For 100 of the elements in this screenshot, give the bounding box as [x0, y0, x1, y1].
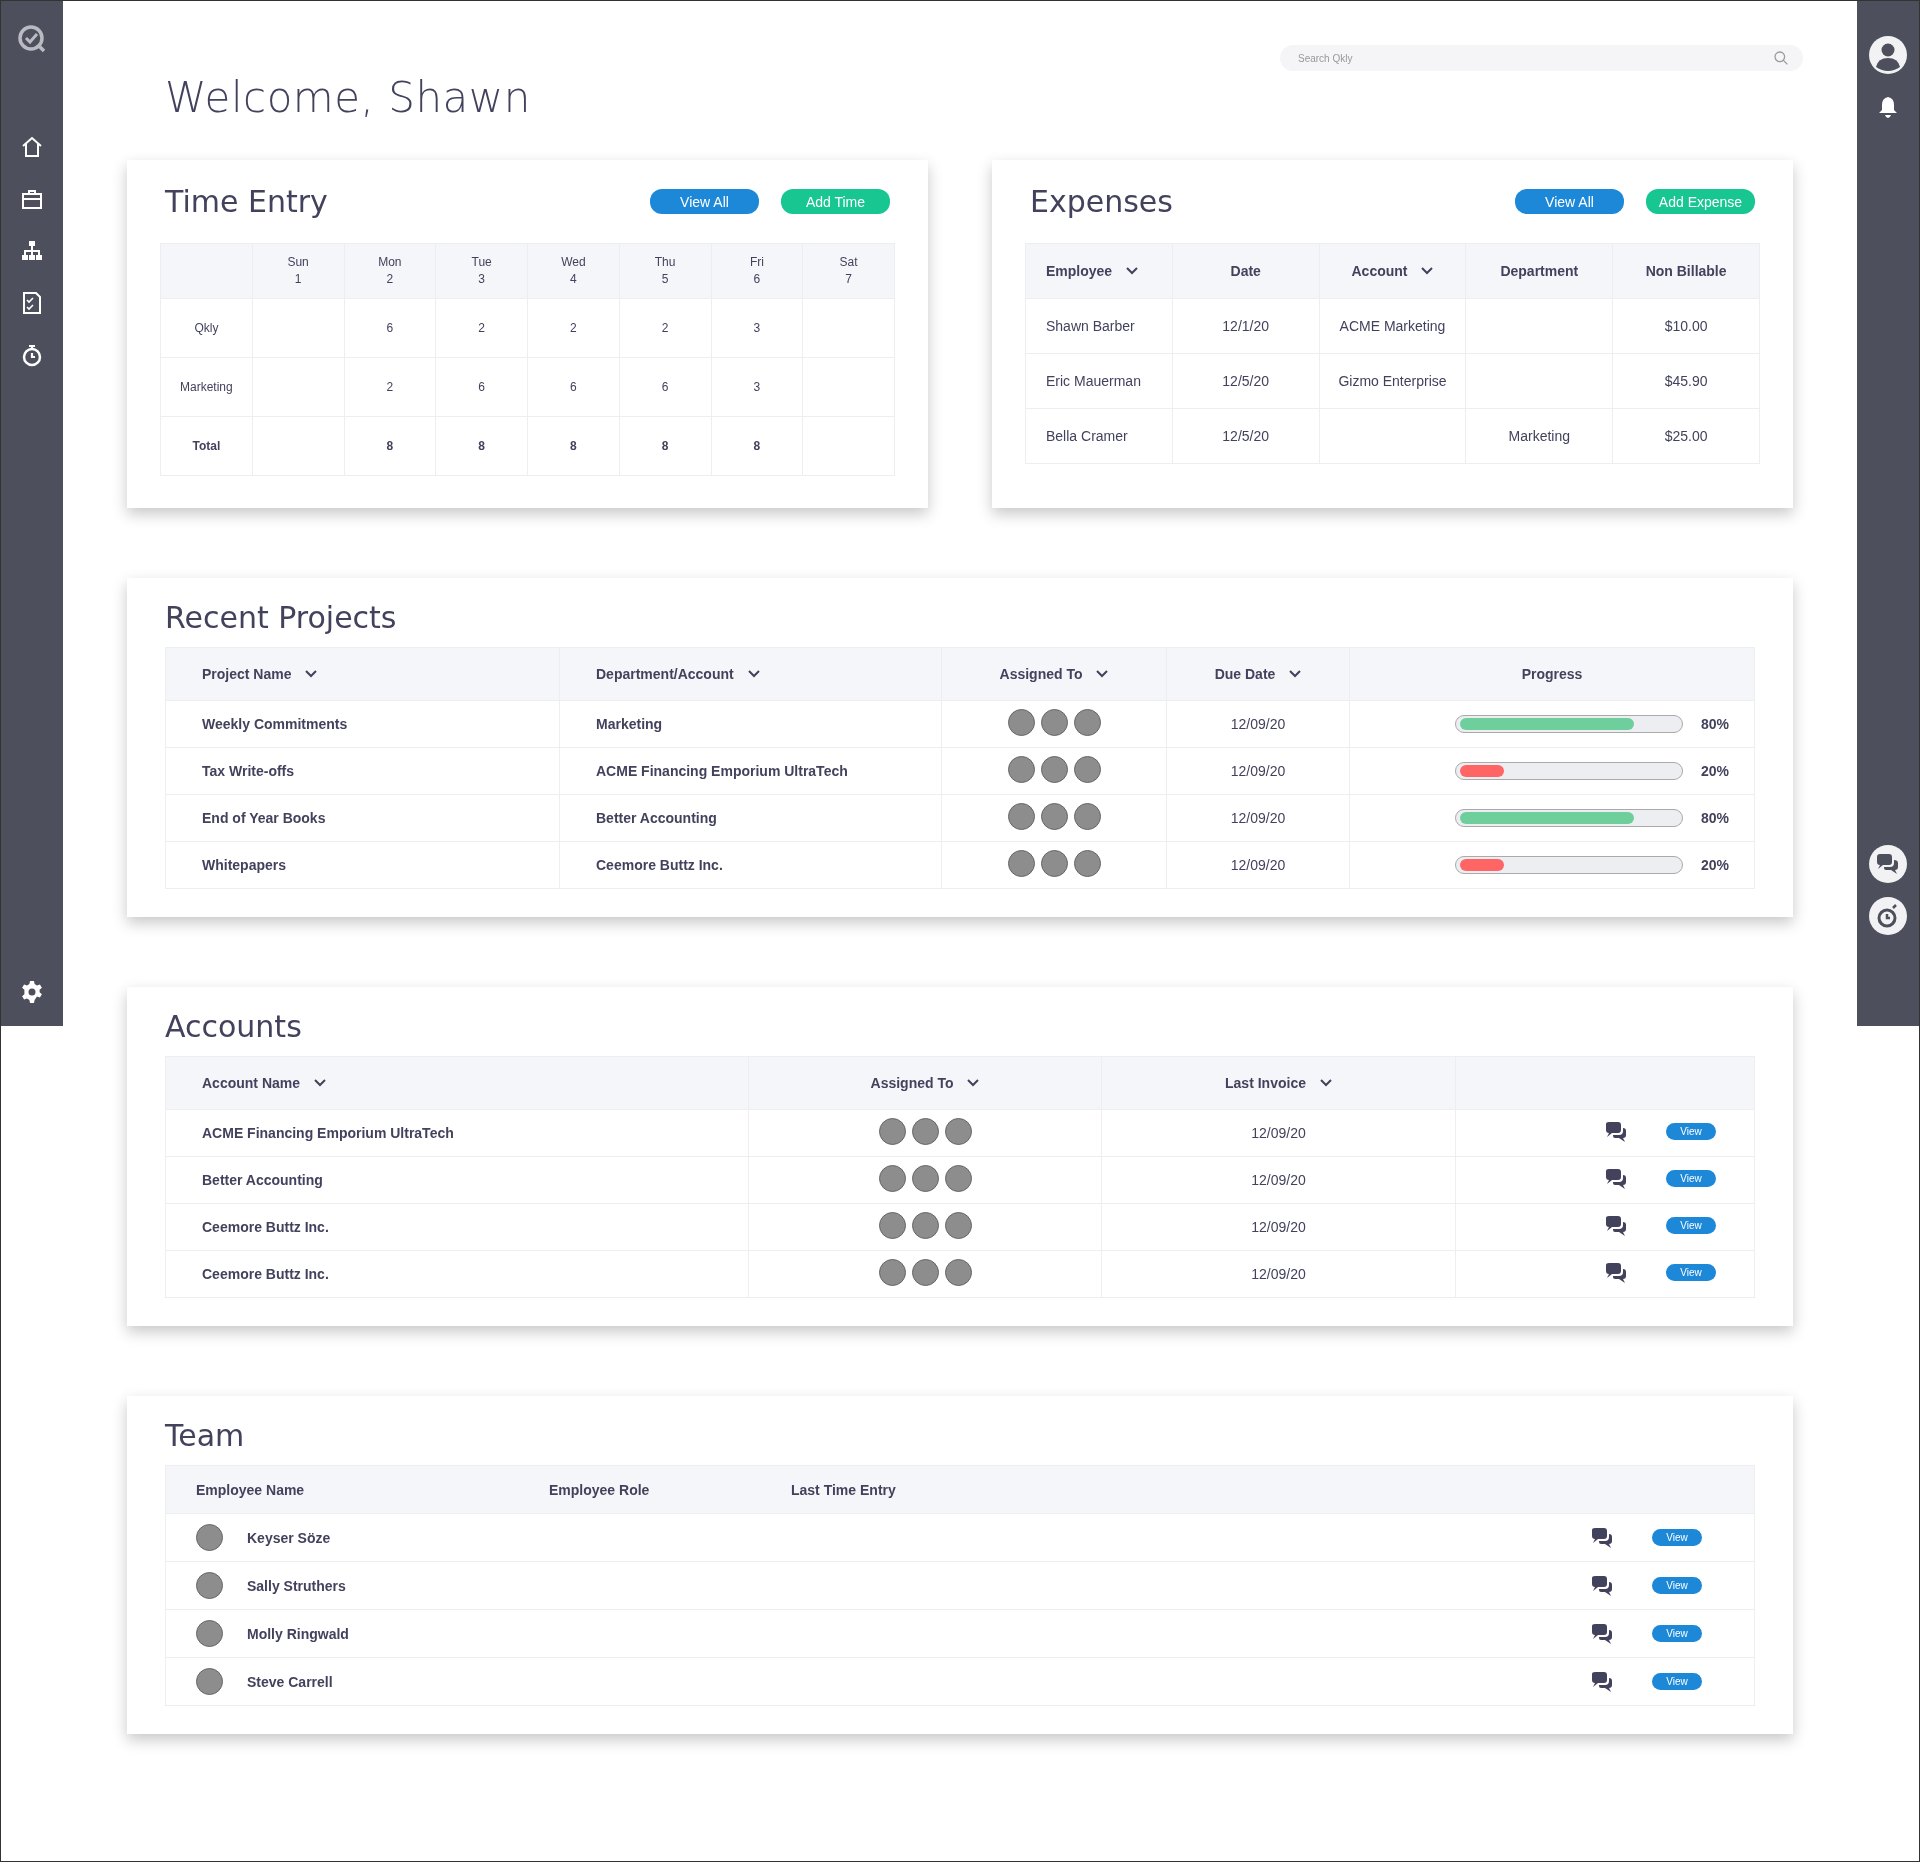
avatar — [911, 1212, 939, 1239]
chevron-down-icon[interactable] — [1319, 1079, 1332, 1087]
column-header[interactable]: Department/Account — [596, 666, 734, 682]
hours-cell: 2 — [386, 380, 394, 394]
avatar — [944, 1212, 972, 1239]
column-header[interactable]: Assigned To — [870, 1075, 954, 1091]
due-date: 12/09/20 — [1230, 763, 1286, 779]
chat-icon[interactable] — [1590, 1526, 1614, 1549]
chevron-down-icon[interactable] — [1126, 267, 1139, 275]
avatar — [911, 1165, 939, 1192]
hours-cell: 6 — [570, 380, 577, 394]
column-header[interactable]: Non Billable — [1645, 263, 1727, 279]
view-button[interactable]: View — [1666, 1123, 1716, 1140]
chat-icon[interactable] — [1590, 1622, 1614, 1645]
view-button[interactable]: View — [1652, 1577, 1702, 1594]
logo-icon — [16, 23, 48, 55]
chat-icon[interactable] — [1604, 1261, 1628, 1284]
hours-cell: 6 — [386, 321, 394, 335]
employee-name: Keyser Söze — [247, 1529, 331, 1546]
invoice-date: 12/09/20 — [1251, 1125, 1306, 1141]
column-header[interactable]: Progress — [1521, 666, 1583, 682]
column-header[interactable]: Due Date — [1214, 666, 1276, 682]
column-header: Last Time Entry — [791, 1481, 896, 1498]
table-cell: Marketing — [1508, 428, 1570, 444]
avatar — [878, 1165, 906, 1192]
chevron-down-icon[interactable] — [967, 1079, 980, 1087]
avatar — [196, 1572, 223, 1599]
account-name: Better Accounting — [202, 1172, 323, 1188]
view-button[interactable]: View — [1652, 1625, 1702, 1642]
column-header[interactable]: Employee — [1046, 263, 1113, 279]
briefcase-icon[interactable] — [20, 187, 44, 211]
column-header[interactable]: Account — [1351, 263, 1408, 279]
avatar — [1007, 709, 1035, 736]
chevron-down-icon[interactable] — [1096, 670, 1109, 678]
chevron-down-icon[interactable] — [314, 1079, 327, 1087]
column-header[interactable]: Last Invoice — [1225, 1075, 1306, 1091]
action-button[interactable]: View All — [650, 189, 759, 214]
view-button[interactable]: View — [1666, 1170, 1716, 1187]
chat-icon[interactable] — [1604, 1167, 1628, 1190]
chat-icon[interactable] — [1604, 1120, 1628, 1143]
account-name: Ceemore Buttz Inc. — [202, 1266, 329, 1282]
table-cell: Eric Mauerman — [1046, 373, 1141, 389]
view-button[interactable]: View — [1652, 1673, 1702, 1690]
chevron-down-icon[interactable] — [747, 670, 760, 678]
view-button[interactable]: View — [1666, 1264, 1716, 1281]
search-field[interactable]: Search Qkly — [1280, 45, 1803, 71]
chat-icon[interactable] — [1590, 1670, 1614, 1693]
due-date: 12/09/20 — [1230, 716, 1286, 732]
column-header: Employee Name — [196, 1481, 306, 1498]
chevron-down-icon[interactable] — [305, 670, 318, 678]
account-name: ACME Financing Emporium UltraTech — [202, 1125, 454, 1141]
avatar — [944, 1165, 972, 1192]
view-button[interactable]: View — [1666, 1217, 1716, 1234]
settings-icon[interactable] — [20, 980, 44, 1004]
avatar — [1073, 756, 1101, 783]
chat-icon[interactable] — [1604, 1214, 1628, 1237]
department-name: ACME Financing Emporium UltraTech — [596, 763, 848, 779]
view-button[interactable]: View — [1652, 1529, 1702, 1546]
chat-icon[interactable] — [1590, 1574, 1614, 1597]
chat-icon[interactable] — [1868, 844, 1908, 884]
column-header: Mon 2 — [378, 255, 402, 286]
action-button[interactable]: View All — [1515, 189, 1624, 214]
table-cell: 12/5/20 — [1222, 373, 1270, 389]
column-header[interactable]: Project Name — [202, 666, 292, 682]
table-cell: Gizmo Enterprise — [1338, 373, 1447, 389]
progress-reading: 80% — [1701, 716, 1729, 732]
avatar — [1073, 803, 1101, 830]
user-avatar-icon[interactable] — [1868, 35, 1908, 75]
table-cell: ACME Marketing — [1339, 318, 1446, 334]
avatar — [1040, 756, 1068, 783]
hours-cell: 8 — [386, 439, 394, 453]
department-name: Better Accounting — [596, 810, 717, 826]
hierarchy-icon[interactable] — [20, 239, 44, 263]
project-name: Tax Write-offs — [202, 763, 295, 779]
checklist-icon[interactable] — [20, 291, 44, 315]
card-title: Recent Projects — [165, 600, 398, 635]
home-icon[interactable] — [20, 135, 44, 159]
avatar — [1007, 803, 1035, 830]
column-header[interactable]: Assigned To — [999, 666, 1083, 682]
chevron-down-icon[interactable] — [1421, 267, 1434, 275]
hours-cell: 3 — [753, 321, 761, 335]
table-cell: Bella Cramer — [1046, 428, 1128, 444]
table-cell: $10.00 — [1664, 318, 1708, 334]
hours-cell: 8 — [478, 439, 485, 453]
employee-name: Steve Carrell — [247, 1673, 333, 1690]
stopwatch-icon[interactable] — [20, 343, 44, 367]
column-header[interactable]: Account Name — [202, 1075, 301, 1091]
search-icon[interactable] — [1773, 50, 1789, 66]
hours-cell: 8 — [661, 439, 669, 453]
avatar — [1040, 803, 1068, 830]
row-label: Total — [192, 439, 221, 453]
due-date: 12/09/20 — [1230, 810, 1286, 826]
stopwatch-icon[interactable] — [1868, 896, 1908, 936]
avatar — [878, 1118, 906, 1145]
chevron-down-icon[interactable] — [1289, 670, 1302, 678]
row-label: Marketing — [180, 380, 233, 394]
column-header: Fri 6 — [749, 255, 764, 286]
column-header[interactable]: Department — [1500, 263, 1579, 279]
avatar — [878, 1259, 906, 1286]
column-header[interactable]: Date — [1230, 263, 1261, 279]
